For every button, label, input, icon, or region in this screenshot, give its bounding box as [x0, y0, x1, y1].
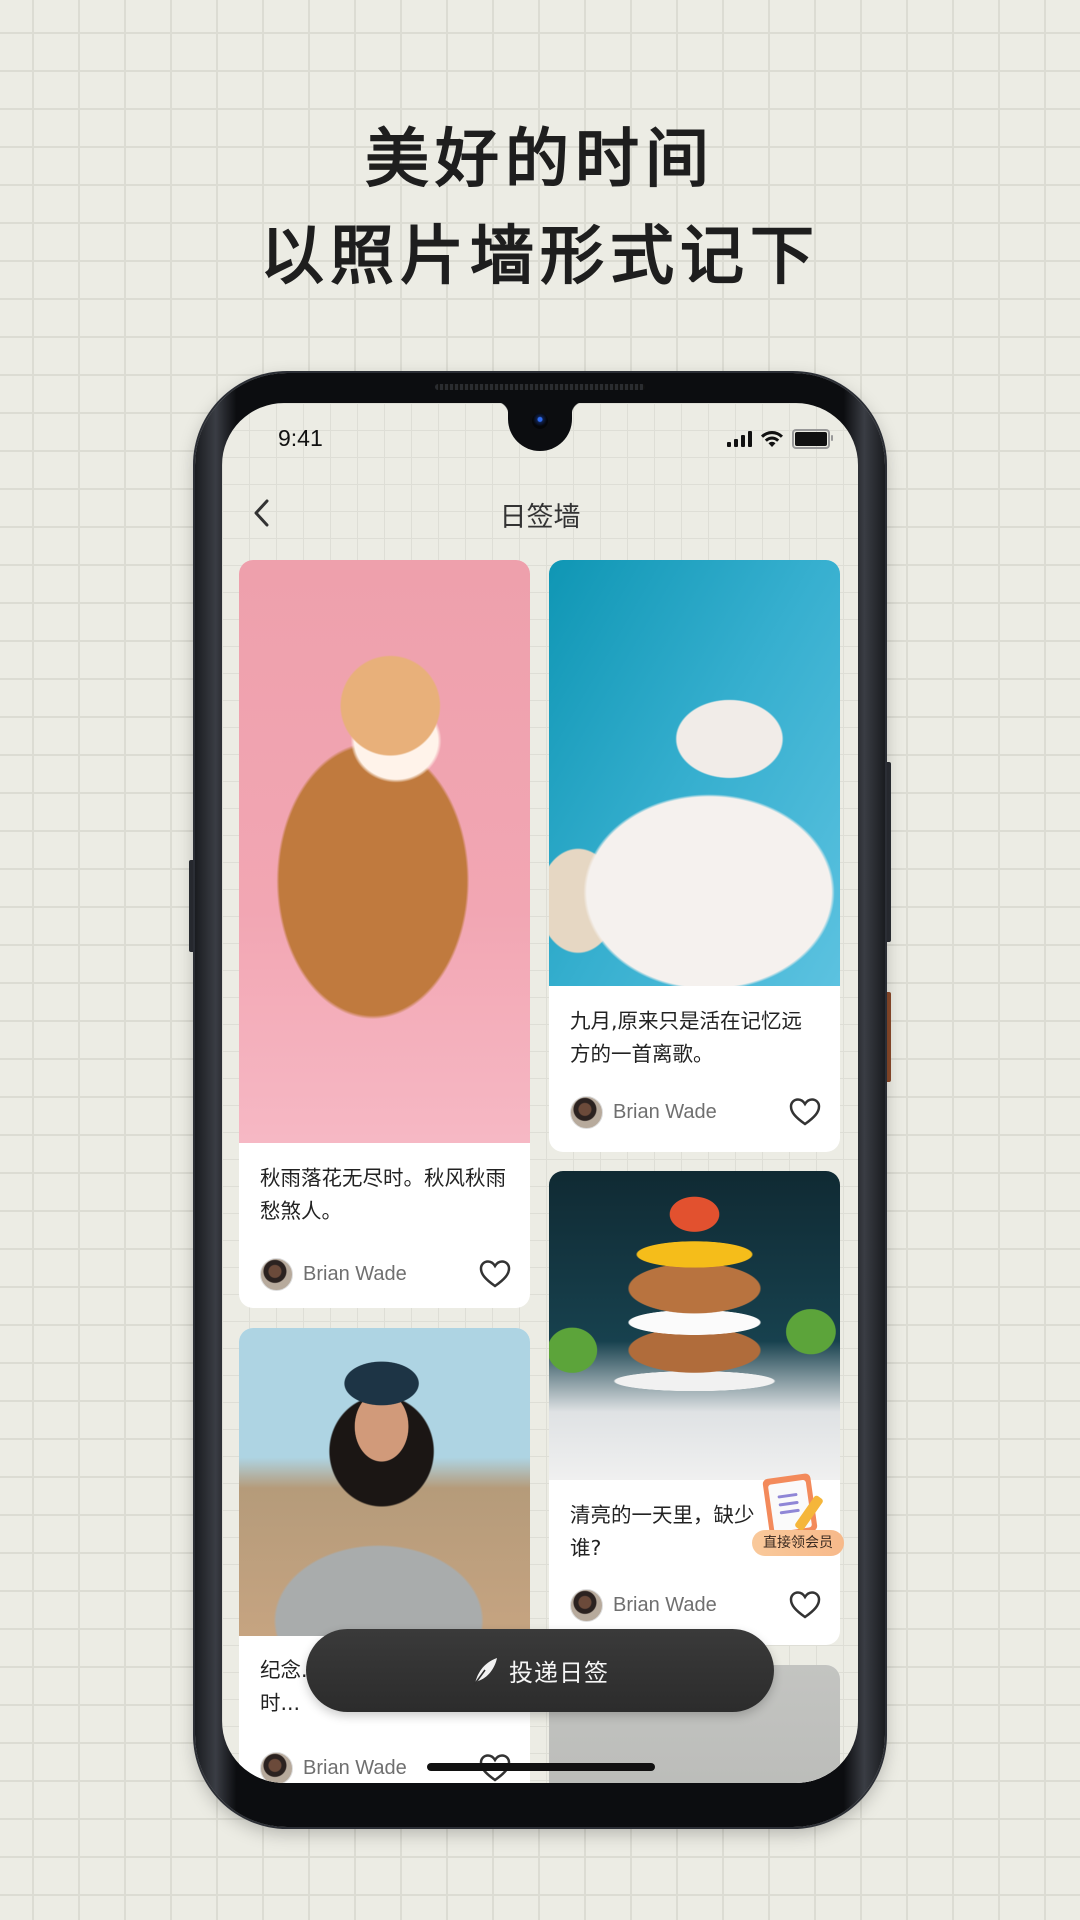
card-author[interactable]: Brian Wade: [260, 1752, 407, 1783]
phone-screen: 9:41 日签墙 秋雨落花无尽时。秋风秋雨愁煞人。 Brian Wade 纪念.: [222, 403, 858, 1783]
card-image-orange-cat[interactable]: [239, 560, 530, 1143]
avatar: [260, 1258, 293, 1291]
author-name: Brian Wade: [613, 1594, 717, 1616]
signal-icon: [727, 431, 752, 447]
avatar: [260, 1752, 293, 1783]
card-image-person[interactable]: [239, 1328, 530, 1636]
author-name: Brian Wade: [613, 1101, 717, 1123]
card-author[interactable]: Brian Wade: [570, 1589, 717, 1622]
card-author[interactable]: Brian Wade: [260, 1258, 407, 1291]
card-image-cake[interactable]: [549, 1171, 840, 1480]
front-camera-icon: [532, 413, 548, 429]
heart-icon[interactable]: [789, 1590, 821, 1620]
promo-headline-line-1: 美好的时间: [365, 123, 715, 197]
battery-icon: [792, 429, 833, 449]
card-text: 九月,原来只是活在记忆远方的一首离歌。: [570, 1009, 803, 1066]
feed-card[interactable]: 纪念... 的帽子。可惜，由于时... Brian Wade: [239, 1328, 530, 1783]
author-name: Brian Wade: [303, 1757, 407, 1779]
status-time: 9:41: [278, 425, 323, 451]
post-daily-card-button[interactable]: 投递日签: [306, 1629, 774, 1712]
phone-volume-button: [885, 762, 891, 942]
card-text: 清亮的一天里，缺少谁?: [570, 1503, 755, 1560]
status-icons: [727, 429, 833, 449]
heart-icon[interactable]: [479, 1259, 511, 1289]
home-indicator[interactable]: [427, 1763, 655, 1771]
phone-speaker: [435, 384, 645, 390]
card-image-white-cat[interactable]: [549, 560, 840, 986]
feed-card[interactable]: 清亮的一天里，缺少谁? Brian Wade: [549, 1171, 840, 1645]
member-badge-label: 直接领会员: [752, 1530, 844, 1556]
member-badge[interactable]: 直接领会员: [752, 1472, 844, 1560]
feather-icon: [473, 1657, 497, 1685]
feed-card[interactable]: 九月,原来只是活在记忆远方的一首离歌。 Brian Wade: [549, 560, 840, 1152]
author-name: Brian Wade: [303, 1263, 407, 1285]
notch: [495, 403, 585, 451]
feed-card[interactable]: 秋雨落花无尽时。秋风秋雨愁煞人。 Brian Wade: [239, 560, 530, 1308]
avatar: [570, 1096, 603, 1129]
wifi-icon: [761, 431, 783, 447]
avatar: [570, 1589, 603, 1622]
phone-power-button: [885, 992, 891, 1082]
promo-headline-line-2: 以照片墙形式记下: [260, 220, 820, 294]
heart-icon[interactable]: [789, 1097, 821, 1127]
page-title: 日签墙: [499, 502, 581, 533]
post-button-label: 投递日签: [509, 1659, 609, 1687]
card-text: 秋雨落花无尽时。秋风秋雨愁煞人。: [260, 1166, 506, 1223]
card-author[interactable]: Brian Wade: [570, 1096, 717, 1129]
